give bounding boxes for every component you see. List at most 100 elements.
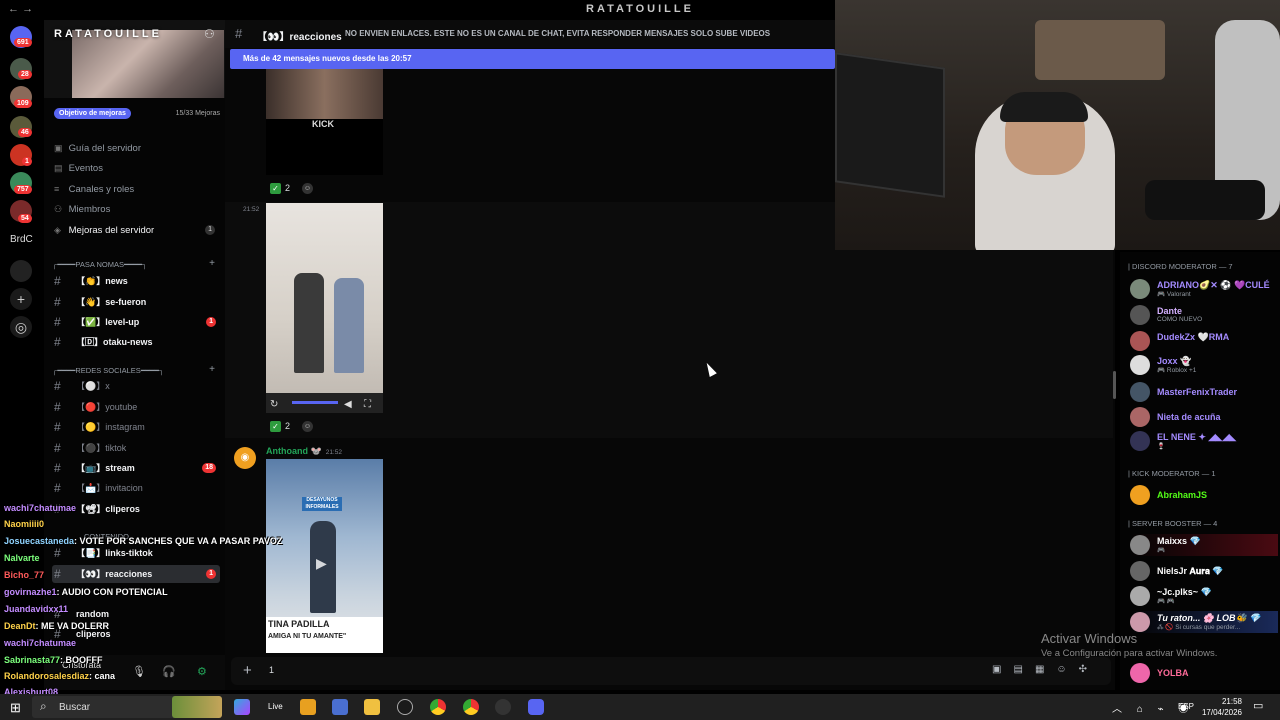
menu-events[interactable]: ▤ Eventos bbox=[54, 160, 219, 176]
add-server-icon[interactable]: + bbox=[10, 288, 32, 310]
apps-icon[interactable]: ✣ bbox=[1079, 664, 1099, 675]
taskbar-search[interactable]: ⌕ Buscar bbox=[32, 696, 222, 718]
chrome-icon[interactable] bbox=[463, 699, 479, 715]
chat-line: wachi7chatumae bbox=[4, 638, 77, 648]
hash-icon: # bbox=[54, 315, 61, 329]
message-video[interactable]: KICK bbox=[266, 69, 383, 175]
clock[interactable]: 21:58 17/04/2026 bbox=[1200, 696, 1242, 718]
chat-line: Sabrinasta77: BOOFFF bbox=[4, 655, 103, 665]
forward-icon[interactable]: → bbox=[22, 3, 33, 15]
channel-reacciones[interactable]: # 【👀】reacciones 1 bbox=[52, 565, 220, 583]
reaction-check[interactable]: ✓ 2 ☺ bbox=[270, 421, 313, 432]
channel-links-tiktok[interactable]: # 【📑】links-tiktok bbox=[52, 544, 220, 562]
member-item[interactable]: DudekZx 🤍RMA bbox=[1130, 330, 1278, 352]
channel-news[interactable]: # 【👏】news bbox=[52, 272, 220, 290]
invite-icon[interactable]: ⚇ bbox=[204, 27, 215, 41]
server-folder-label[interactable]: BrdC bbox=[10, 234, 33, 245]
menu-channels-roles[interactable]: ≡ Canales y roles bbox=[54, 181, 219, 197]
boost-goal[interactable]: Objetivo de mejoras 15/33 Mejoras bbox=[52, 108, 220, 122]
message-author[interactable]: Anthoand 🐭 21:52 bbox=[266, 446, 342, 457]
hash-icon: # bbox=[235, 26, 243, 41]
chrome-icon[interactable] bbox=[430, 699, 446, 715]
server-name[interactable]: RATATOUILLE bbox=[54, 28, 162, 40]
message-composer[interactable]: + 1 ▣▤▦☺✣ bbox=[231, 657, 1111, 685]
gif-icon[interactable]: ▤ bbox=[1013, 664, 1034, 675]
replay-icon[interactable]: ↻ bbox=[270, 399, 278, 410]
member-item[interactable]: ~Jc.plks~ 💎 🎮 🎮 bbox=[1130, 585, 1278, 607]
member-item[interactable]: EL NENE ✦ ◢◣◢◣ 🍷 bbox=[1130, 430, 1278, 452]
channel-stream[interactable]: # 【📺】stream 18 bbox=[52, 459, 220, 477]
channel-otaku-news[interactable]: # 【🄳】otaku-news bbox=[52, 333, 220, 351]
channel-x[interactable]: # 【⚪】x bbox=[52, 377, 220, 395]
menu-server-boosts[interactable]: ◈ Mejoras del servidor 1 bbox=[54, 222, 219, 238]
category-pasa-nomas[interactable]: ┌━━━━PASA NOMAS━━━━┐ + bbox=[52, 258, 217, 272]
message-video[interactable]: DESAYUNOS INFORMALES TINA PADILLA AMIGA … bbox=[266, 459, 383, 653]
app-icon[interactable] bbox=[300, 699, 316, 715]
copilot-icon[interactable] bbox=[234, 699, 250, 715]
webcam-overlay bbox=[835, 0, 1280, 250]
sticker-icon[interactable]: ▦ bbox=[1035, 664, 1056, 675]
hash-icon: # bbox=[54, 420, 61, 434]
banner-image bbox=[72, 30, 224, 98]
message-input[interactable]: 1 bbox=[269, 665, 274, 675]
member-item[interactable]: Dante COMO NUEVO bbox=[1130, 304, 1278, 326]
member-item[interactable]: ADRIANO🥑✕ ⚽ 💜CULÉ 🎮 Valorant bbox=[1130, 278, 1278, 300]
emoji-icon[interactable]: ☺ bbox=[1056, 664, 1078, 675]
add-reaction-icon[interactable]: ☺ bbox=[302, 421, 313, 432]
member-item[interactable]: Joxx 👻 🎮 Roblox +1 bbox=[1130, 354, 1278, 376]
add-channel-icon[interactable]: + bbox=[209, 364, 215, 375]
obs-icon[interactable] bbox=[397, 699, 413, 715]
server-icon[interactable] bbox=[10, 260, 32, 282]
microphone-icon[interactable]: 🎙 bbox=[132, 665, 146, 678]
gift-icon[interactable]: ▣ bbox=[992, 664, 1013, 675]
fullscreen-icon[interactable]: ⛶ bbox=[364, 399, 371, 410]
back-icon[interactable]: ← bbox=[8, 3, 19, 15]
channel-youtube[interactable]: # 【🔴】youtube bbox=[52, 398, 220, 416]
play-icon[interactable]: ▶ bbox=[316, 555, 327, 572]
add-reaction-icon[interactable]: ☺ bbox=[302, 183, 313, 194]
server-banner[interactable]: RATATOUILLE ⚇ bbox=[44, 20, 225, 98]
hash-icon: # bbox=[54, 295, 61, 309]
discord-icon[interactable] bbox=[528, 699, 544, 715]
hash-icon: # bbox=[54, 335, 61, 349]
notification-icon[interactable]: ▭ bbox=[1253, 699, 1263, 712]
channel-cliperos[interactable]: # 【📽】cliperos bbox=[52, 500, 220, 518]
volume-icon[interactable]: ◀ bbox=[344, 399, 352, 410]
live-app[interactable]: Live bbox=[268, 702, 283, 711]
server-badge: 109 bbox=[14, 99, 32, 108]
attach-plus-icon[interactable]: + bbox=[243, 662, 252, 679]
member-item[interactable]: Nieta de acuña bbox=[1130, 406, 1278, 428]
nav-arrows[interactable]: ← → bbox=[8, 3, 33, 15]
new-messages-bar[interactable]: Más de 42 mensajes nuevos desde las 20:5… bbox=[230, 49, 835, 69]
member-item[interactable]: Maixxs 💎 🎮 bbox=[1130, 534, 1278, 556]
member-item[interactable]: MasterFenixTrader bbox=[1130, 381, 1278, 403]
menu-members[interactable]: ⚇ Miembros bbox=[54, 201, 219, 217]
scrollbar[interactable] bbox=[1113, 371, 1116, 399]
message-video[interactable]: ↻ ◀ ⛶ bbox=[266, 203, 383, 413]
channel-topic[interactable]: NO ENVIEN ENLACES. ESTE NO ES UN CANAL D… bbox=[345, 29, 770, 38]
menu-server-guide[interactable]: ▣ Guía del servidor bbox=[54, 140, 219, 156]
file-explorer-icon[interactable] bbox=[364, 699, 380, 715]
reaction-check[interactable]: ✓ 2 ☺ bbox=[270, 183, 313, 194]
calendar-icon: ▤ bbox=[54, 163, 63, 173]
channel-instagram[interactable]: # 【🟡】instagram bbox=[52, 418, 220, 436]
channel-se-fueron[interactable]: # 【👋】se-fueron bbox=[52, 293, 220, 311]
windows-start-icon[interactable]: ⊞ bbox=[10, 700, 21, 716]
member-item[interactable]: Tu raton... 🌸 LOB🐝 💎 ⁂ 🚫 Si cursas que pe… bbox=[1130, 611, 1278, 633]
app-icon[interactable] bbox=[332, 699, 348, 715]
discover-icon[interactable]: ◎ bbox=[10, 316, 32, 338]
language-indicator[interactable]: ESP bbox=[1178, 702, 1194, 711]
avatar[interactable]: ◉ bbox=[234, 447, 256, 469]
headphones-icon[interactable]: 🎧 bbox=[162, 665, 176, 678]
chat-line: Josuecastaneda: VOTE POR SANCHES QUE VA … bbox=[4, 536, 283, 546]
add-channel-icon[interactable]: + bbox=[209, 258, 215, 269]
video-progress[interactable] bbox=[292, 401, 338, 404]
member-item[interactable]: AbrahamJS bbox=[1130, 484, 1278, 506]
settings-gear-icon[interactable]: ⚙ bbox=[197, 665, 207, 678]
channel-level-up[interactable]: # 【✅】level-up 1 bbox=[52, 313, 220, 331]
media-player-icon[interactable] bbox=[495, 699, 511, 715]
channel-invitacion[interactable]: # 【📩】invitacion bbox=[52, 479, 220, 497]
member-item[interactable]: YOLBA bbox=[1130, 662, 1278, 684]
channel-tiktok[interactable]: # 【⚫】tiktok bbox=[52, 439, 220, 457]
member-item[interactable]: NielsJr 𝐀𝐮𝐫𝐚 💎 bbox=[1130, 560, 1278, 582]
